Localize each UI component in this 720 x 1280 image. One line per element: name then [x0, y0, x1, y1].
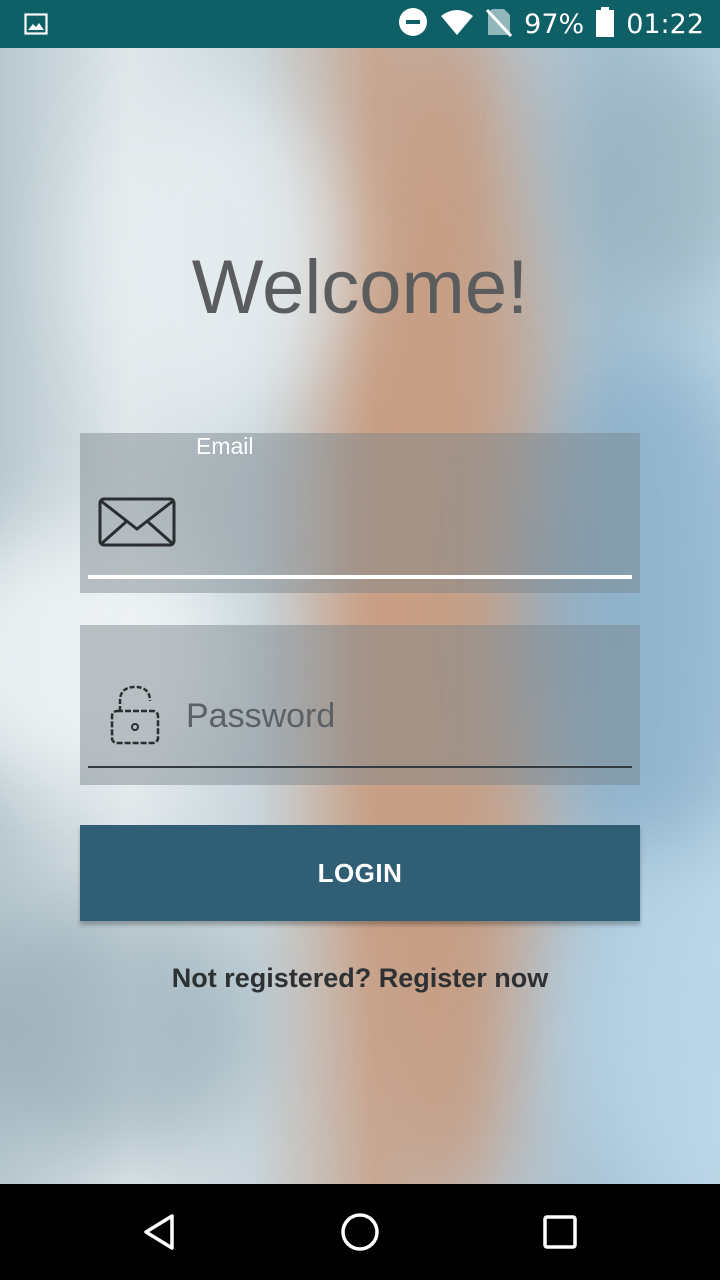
- register-link[interactable]: Not registered? Register now: [0, 963, 720, 994]
- do-not-disturb-icon: [398, 7, 428, 42]
- mail-icon: [98, 497, 176, 554]
- battery-percent: 97%: [524, 8, 585, 40]
- no-sim-icon: [486, 7, 513, 42]
- image-notification-icon: [24, 12, 48, 36]
- wifi-icon: [440, 8, 474, 41]
- battery-icon: [596, 6, 615, 42]
- back-icon[interactable]: [136, 1208, 184, 1256]
- password-underline: [88, 766, 632, 768]
- screen: 97% 01:22 Welcome! Email LOGIN Not regis…: [0, 0, 720, 1280]
- background-blur: [520, 348, 720, 868]
- recents-icon[interactable]: [536, 1208, 584, 1256]
- home-icon[interactable]: [336, 1208, 384, 1256]
- password-input[interactable]: [184, 685, 628, 747]
- email-underline: [88, 575, 632, 579]
- password-field-container[interactable]: [80, 625, 640, 785]
- page-title: Welcome!: [191, 245, 529, 330]
- login-button[interactable]: LOGIN: [80, 825, 640, 921]
- status-icons: 97% 01:22: [398, 0, 704, 48]
- email-input[interactable]: [184, 493, 628, 555]
- login-screen: Welcome! Email LOGIN Not registered? Reg…: [0, 48, 720, 1184]
- clock: 01:22: [626, 8, 704, 40]
- background-blur: [0, 898, 260, 1158]
- unlock-icon: [108, 683, 162, 752]
- navigation-bar: [0, 1184, 720, 1280]
- email-label: Email: [196, 433, 254, 459]
- status-bar: 97% 01:22: [0, 0, 720, 48]
- email-field-container[interactable]: Email: [80, 433, 640, 593]
